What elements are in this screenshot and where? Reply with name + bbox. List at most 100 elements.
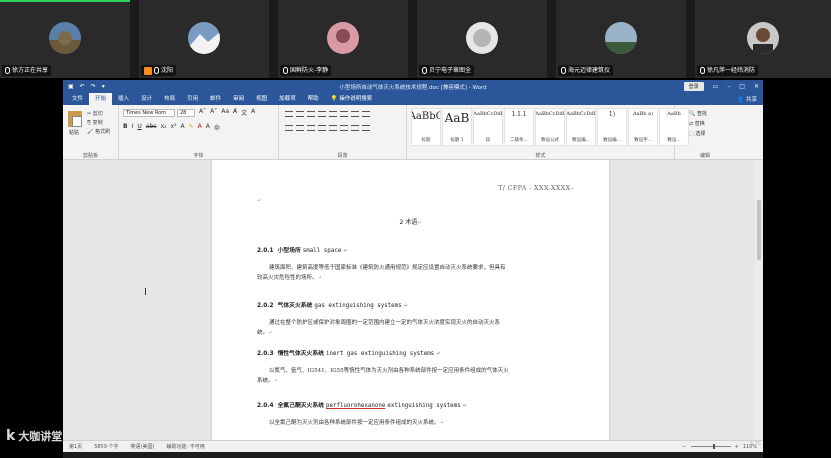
term-definition: 以全氟己酮为灭火剂由各种系统部件按一定应用条件组成的灭火系统。↵ <box>257 418 572 428</box>
multilevel-list-icon[interactable] <box>307 111 315 117</box>
vertical-scrollbar[interactable] <box>755 160 763 442</box>
style-item[interactable]: AaB 标题 1 <box>442 108 472 146</box>
justify-icon[interactable] <box>318 125 326 131</box>
bold-icon[interactable]: B <box>123 123 128 132</box>
customize-qat-icon[interactable]: ▾ <box>102 83 105 90</box>
format-painter-button[interactable]: 🖌 格式刷 <box>87 128 110 135</box>
participant-tile-5[interactable]: 海元迈律建筑仪 <box>556 0 686 78</box>
clipboard-group: 粘贴 ✂ 剪切 ⎘ 复制 🖌 格式刷 剪贴板 <box>63 105 119 160</box>
accessibility-status[interactable]: 辅助功能: 不可用 <box>166 443 204 450</box>
tab-file[interactable]: 文件 <box>66 93 89 105</box>
superscript-icon[interactable]: x² <box>171 123 177 132</box>
tab-review[interactable]: 审阅 <box>227 93 250 105</box>
enclose-char-icon[interactable]: ㊥ <box>214 123 220 132</box>
style-item[interactable]: 1) 数设编... <box>597 108 627 146</box>
language-indicator[interactable]: 英语(美国) <box>131 443 155 450</box>
tab-home[interactable]: 开始 <box>89 93 113 105</box>
document-header-code: T/ CFPA - XXX-XXXX↵ <box>498 184 575 192</box>
minimize-icon[interactable]: – <box>727 83 730 90</box>
highlight-icon[interactable]: ✎ <box>189 123 194 132</box>
line-spacing-icon[interactable] <box>340 125 348 131</box>
maximize-icon[interactable]: □ <box>739 83 745 90</box>
page-indicator[interactable]: 第1页 <box>69 443 82 450</box>
strikethrough-icon[interactable]: abc <box>146 123 157 132</box>
style-item[interactable]: AaBbCcDdI 数设公式 <box>535 108 565 146</box>
participant-tile-6[interactable]: 徐凡萍一经纬消防 <box>695 0 831 78</box>
tab-design[interactable]: 设计 <box>135 93 158 105</box>
cut-button[interactable]: ✂ 剪切 <box>87 110 103 117</box>
sort-icon[interactable] <box>351 111 359 117</box>
tab-view[interactable]: 视图 <box>250 93 273 105</box>
participant-tile-2[interactable]: 沈阳 <box>139 0 269 78</box>
tab-mailings[interactable]: 邮件 <box>204 93 227 105</box>
screen: 徐方正在共享 沈阳 国鲜防火-李静 贝宁电子章图全 海元迈律建筑仪 徐凡萍一经纬… <box>0 0 831 458</box>
tab-references[interactable]: 引用 <box>181 93 204 105</box>
editing-group-label: 编辑 <box>699 153 710 159</box>
distributed-icon[interactable] <box>329 125 337 131</box>
tab-layout[interactable]: 布局 <box>158 93 181 105</box>
term-number: 2.0.1 <box>257 248 274 254</box>
save-icon[interactable]: ▣ <box>68 83 74 90</box>
text-effects-icon[interactable]: A <box>181 123 185 132</box>
chinese-layout-icon[interactable] <box>340 111 348 117</box>
replace-button[interactable]: ⇄ 替换 <box>689 119 707 129</box>
tab-help[interactable]: 帮助 <box>302 93 325 105</box>
italic-icon[interactable]: I <box>132 123 134 132</box>
document-page[interactable]: T/ CFPA - XXX-XXXX↵ ↵ 2 术语↵ 2.0.1 小型场所 s… <box>212 160 609 442</box>
style-item[interactable]: AaBbC 标题 <box>411 108 441 146</box>
borders-icon[interactable] <box>362 125 370 131</box>
close-icon[interactable]: ✕ <box>754 83 759 90</box>
underline-icon[interactable]: U <box>137 123 141 132</box>
zoom-in-icon[interactable]: + <box>735 444 739 450</box>
shrink-font-icon[interactable]: A˅ <box>210 108 217 117</box>
font-size-dropdown[interactable]: 28 <box>177 109 195 117</box>
participant-tile-3[interactable]: 国鲜防火-李静 <box>278 0 408 78</box>
tab-insert[interactable]: 插入 <box>112 93 135 105</box>
participant-tile-1[interactable]: 徐方正在共享 <box>0 0 130 78</box>
copy-button[interactable]: ⎘ 复制 <box>87 119 103 126</box>
shading-icon[interactable] <box>351 125 359 131</box>
ribbon-display-icon[interactable]: ▭ <box>713 83 719 90</box>
styles-gallery: AaBbC 标题 AaB 标题 1 AaBbCcDdI 段 1.1.1 二级条... AaBbC… <box>411 108 689 146</box>
font-color-icon[interactable]: A <box>198 123 202 132</box>
tell-me-search[interactable]: 💡 操作说明搜索 <box>325 93 379 105</box>
show-marks-icon[interactable] <box>362 111 370 117</box>
zoom-out-icon[interactable]: − <box>682 444 686 450</box>
bullets-icon[interactable] <box>285 111 293 117</box>
find-button[interactable]: 🔍 查找 <box>689 109 707 119</box>
increase-indent-icon[interactable] <box>329 111 337 117</box>
change-case-icon[interactable]: Aa <box>221 108 229 117</box>
decrease-indent-icon[interactable] <box>318 111 326 117</box>
participant-tile-4[interactable]: 贝宁电子章图全 <box>417 0 547 78</box>
paste-icon[interactable] <box>68 111 82 127</box>
style-item[interactable]: 1.1.1 二级条... <box>504 108 534 146</box>
style-item[interactable]: AaBb a) 数设字... <box>628 108 658 146</box>
char-shading-icon[interactable]: A <box>206 123 210 132</box>
char-border-icon[interactable]: A <box>251 108 255 117</box>
style-item[interactable]: AaBbCcDdI 数设编... <box>566 108 596 146</box>
word-count[interactable]: 5859 个字 <box>94 443 118 450</box>
scrollbar-thumb[interactable] <box>757 200 761 260</box>
tab-addins[interactable]: 加载项 <box>273 93 302 105</box>
mic-icon <box>700 67 705 74</box>
align-left-icon[interactable] <box>285 125 293 131</box>
align-right-icon[interactable] <box>307 125 315 131</box>
redo-icon[interactable]: ↷ <box>91 83 96 90</box>
term-chinese: 惰性气体灭火系统 <box>277 351 324 357</box>
phonetic-guide-icon[interactable]: 文 <box>241 108 247 117</box>
font-name-dropdown[interactable]: Times New Rom <box>123 109 175 117</box>
share-button[interactable]: 👤 共享 <box>737 95 763 103</box>
grow-font-icon[interactable]: A˄ <box>199 108 206 117</box>
undo-icon[interactable]: ↶ <box>80 83 85 90</box>
paste-button[interactable]: 粘贴 <box>69 129 79 136</box>
zoom-slider[interactable] <box>690 444 731 449</box>
term-definition: 建筑面积、建筑高度等低于国家标准《建筑防火通用规范》规定应设置自动灭火系统要求，… <box>257 263 572 283</box>
login-button[interactable]: 登录 <box>683 82 704 91</box>
clear-format-icon[interactable]: A̸ <box>233 108 237 117</box>
align-center-icon[interactable] <box>296 125 304 131</box>
numbering-icon[interactable] <box>296 111 304 117</box>
style-item[interactable]: AaBbCcDdI 段 <box>473 108 503 146</box>
logo-text: 大咖讲堂 <box>18 430 63 443</box>
subscript-icon[interactable]: x₂ <box>161 123 167 132</box>
select-button[interactable]: ⬚ 选择 <box>689 129 707 139</box>
